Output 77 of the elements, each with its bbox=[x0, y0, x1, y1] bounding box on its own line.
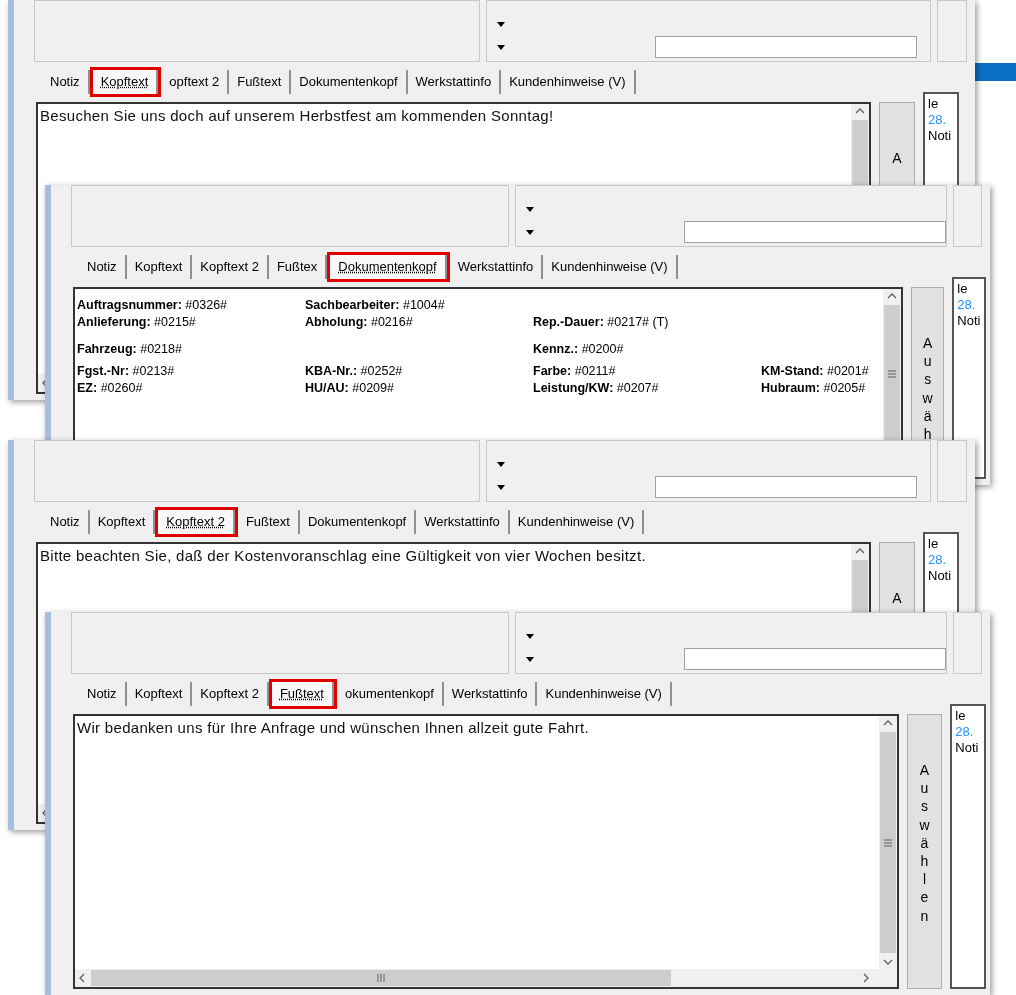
tab[interactable]: Werkstattinfo bbox=[407, 70, 502, 94]
tab[interactable]: Dokumentenkopf bbox=[330, 255, 447, 279]
input-field[interactable] bbox=[655, 36, 917, 58]
note-text: Wir bedanken uns für Ihre Anfrage und wünschen Ihnen allzeit gute Fahrt. bbox=[77, 718, 590, 738]
tab[interactable]: Notiz bbox=[42, 510, 90, 534]
scrollbar-thumb[interactable] bbox=[879, 732, 896, 953]
tab[interactable]: Notiz bbox=[79, 255, 127, 279]
window-titlebar bbox=[975, 63, 1016, 81]
tab[interactable]: Fußtext bbox=[237, 510, 300, 534]
note-text: Besuchen Sie uns doch auf unserem Herbstfest am kommenden Sonntag! bbox=[40, 106, 555, 126]
side-panel-frame bbox=[952, 612, 982, 674]
tab[interactable]: Fußtext bbox=[271, 682, 334, 706]
field-placeholder: Abholung: #0216# bbox=[305, 314, 414, 331]
side-panel-frame bbox=[937, 0, 967, 62]
tab[interactable]: Kopftext 2 bbox=[158, 510, 235, 534]
input-field[interactable] bbox=[683, 221, 946, 243]
field-placeholder: Fgst.-Nr: #0213# bbox=[77, 363, 176, 380]
side-list-text: le bbox=[928, 96, 940, 112]
horizontal-scrollbar[interactable] bbox=[75, 969, 897, 987]
side-list-text: le bbox=[928, 536, 940, 552]
tab[interactable]: Dokumentenkopf bbox=[299, 510, 417, 534]
tab[interactable]: Dokumentenkopf bbox=[291, 70, 408, 94]
grip-icon bbox=[377, 974, 385, 982]
dropdown-arrow-icon[interactable] bbox=[525, 657, 534, 662]
tab[interactable]: Kopftext 2 bbox=[192, 255, 269, 279]
dropdown-arrow-icon[interactable] bbox=[525, 230, 534, 235]
tab[interactable]: Werkstattinfo bbox=[449, 255, 544, 279]
tab[interactable]: Notiz bbox=[79, 682, 127, 706]
input-field[interactable] bbox=[683, 648, 946, 670]
field-placeholder: Kennz.: #0200# bbox=[533, 341, 625, 358]
side-list-text: Noti bbox=[955, 740, 980, 756]
field-placeholder: Farbe: #0211# bbox=[533, 363, 617, 380]
text-area[interactable]: Wir bedanken uns für Ihre Anfrage und wünschen Ihnen allzeit gute Fahrt. bbox=[73, 714, 899, 989]
field-placeholder: Auftragsnummer: #0326# bbox=[77, 297, 229, 314]
tab[interactable]: Kundenhinweise (V) bbox=[509, 510, 645, 534]
tab[interactable]: Kopftext bbox=[92, 70, 159, 94]
input-field[interactable] bbox=[655, 476, 917, 498]
side-panel-frame bbox=[937, 440, 967, 502]
tab[interactable]: Kopftext bbox=[126, 255, 193, 279]
grip-icon bbox=[883, 838, 892, 847]
side-list-text: Noti bbox=[928, 128, 953, 144]
field-placeholder: KBA-Nr.: #0252# bbox=[305, 363, 404, 380]
scrollbar-thumb[interactable] bbox=[884, 305, 900, 443]
side-list-text: Noti bbox=[957, 313, 982, 329]
field-placeholder: EZ: #0260# bbox=[77, 380, 144, 397]
dropdown-arrow-icon[interactable] bbox=[497, 45, 505, 50]
grip-icon bbox=[888, 370, 896, 378]
field-placeholder: Fahrzeug: #0218# bbox=[77, 341, 183, 358]
tab[interactable]: Fußtext bbox=[229, 70, 292, 94]
tab[interactable]: Kopftext bbox=[126, 682, 193, 706]
field-placeholder: Sachbearbeiter: #1004# bbox=[305, 297, 446, 314]
dropdown-arrow-icon[interactable] bbox=[497, 462, 505, 467]
tab[interactable]: Kundenhinweise (V) bbox=[537, 682, 672, 706]
dropdown-arrow-icon[interactable] bbox=[497, 485, 505, 490]
tab[interactable]: okumentenkopf bbox=[336, 682, 444, 706]
tab[interactable]: opftext 2 bbox=[161, 70, 230, 94]
note-text: Bitte beachten Sie, daß der Kostenvoranschlag eine Gültigkeit von vier Wochen besitzt. bbox=[40, 546, 647, 566]
field-placeholder: HU/AU: #0209# bbox=[305, 380, 395, 397]
dropdown-arrow-icon[interactable] bbox=[525, 207, 534, 212]
tab[interactable]: Kundenhinweise (V) bbox=[501, 70, 636, 94]
tab[interactable]: Werkstattinfo bbox=[443, 682, 538, 706]
scrollbar-thumb[interactable] bbox=[91, 970, 671, 986]
side-list-text: le bbox=[957, 281, 969, 297]
select-button[interactable]: Auswählen bbox=[906, 714, 943, 989]
field-placeholder: Rep.-Dauer: #0217# (T) bbox=[533, 314, 670, 331]
dropdown-arrow-icon[interactable] bbox=[497, 22, 505, 27]
side-list-text: Noti bbox=[928, 568, 953, 584]
field-placeholder: KM-Stand: #0201# bbox=[761, 363, 870, 380]
tab[interactable]: Kundenhinweise (V) bbox=[543, 255, 678, 279]
dropdown-arrow-icon[interactable] bbox=[525, 634, 534, 639]
field-placeholder: Leistung/KW: #0207# bbox=[533, 380, 660, 397]
tab[interactable]: Werkstattinfo bbox=[416, 510, 510, 534]
side-list-text: le bbox=[955, 708, 967, 724]
vertical-scrollbar[interactable] bbox=[878, 716, 897, 969]
field-placeholder: Anlieferung: #0215# bbox=[77, 314, 197, 331]
field-placeholder: Hubraum: #0205# bbox=[761, 380, 867, 397]
side-panel-frame bbox=[952, 185, 982, 247]
